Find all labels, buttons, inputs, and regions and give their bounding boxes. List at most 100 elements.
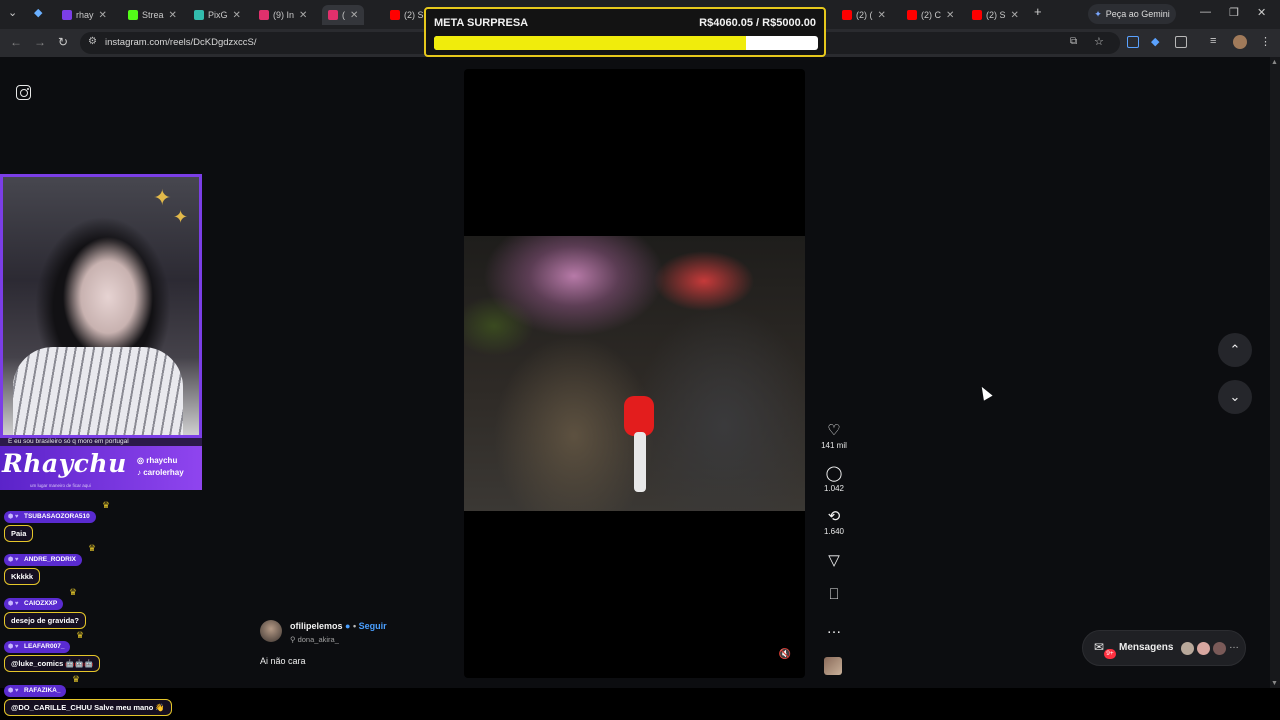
more-options-icon[interactable]: …	[812, 621, 856, 637]
profile-avatar[interactable]	[1233, 35, 1247, 49]
close-window-button[interactable]: ✕	[1257, 6, 1266, 19]
repost-icon[interactable]: ⟲	[812, 509, 856, 525]
pinned-tab-icon[interactable]: ◆	[34, 6, 42, 19]
browser-tab[interactable]: (9) In ✕	[259, 5, 307, 25]
red-microphone	[624, 396, 654, 436]
author-username[interactable]: ofilipelemos	[290, 621, 343, 631]
site-info-icon[interactable]: ⚙	[88, 36, 97, 47]
restore-button[interactable]: ❐	[1229, 6, 1239, 19]
tab-close-icon[interactable]: ✕	[299, 10, 307, 21]
comment-action[interactable]: ◯ 1.042	[812, 466, 856, 494]
messages-badge: 9+	[1104, 649, 1116, 659]
share-icon[interactable]: ▽	[812, 553, 856, 569]
scroll-down-arrow-icon[interactable]: ▼	[1271, 680, 1278, 687]
audio-thumbnail[interactable]	[824, 657, 842, 675]
chat-message: RAFAZIKA_ ♛ @DO_CARILLE_CHUU Salve meu man…	[4, 674, 172, 716]
tab-label: (	[342, 10, 345, 20]
chat-message: CAIOZXXP ♛ desejo de gravida?	[4, 587, 86, 629]
share-action[interactable]: ▽	[812, 553, 856, 569]
scroll-up-arrow-icon[interactable]: ▲	[1271, 59, 1278, 66]
menu-icon[interactable]: ⋮	[1260, 35, 1271, 48]
mute-icon[interactable]: 🔇	[779, 649, 791, 660]
minimize-button[interactable]: —	[1200, 6, 1211, 18]
new-tab-button[interactable]: +	[1034, 4, 1042, 19]
tab-favicon-icon	[259, 10, 269, 20]
webcam-shirt	[13, 347, 183, 435]
gemini-button[interactable]: ✦ Peça ao Gemini	[1088, 4, 1176, 24]
author-avatar[interactable]	[260, 620, 282, 642]
install-app-icon[interactable]: ⧉	[1070, 36, 1077, 47]
browser-tab[interactable]: (2) S ✕	[972, 5, 1019, 25]
tab-search-icon[interactable]: ⌄	[8, 6, 17, 19]
chat-text: @luke_comics 🤖🤖🤖	[4, 655, 101, 672]
back-button[interactable]: ←	[10, 35, 22, 49]
tab-close-icon[interactable]: ✕	[350, 10, 358, 21]
goal-amount: R$4060.05 / R$5000.00	[699, 17, 816, 29]
next-reel-button[interactable]: ⌄	[1218, 380, 1252, 414]
browser-tab[interactable]: (2) S	[390, 5, 424, 25]
previous-reel-button[interactable]: ⌃	[1218, 333, 1252, 367]
download-icon[interactable]	[1127, 36, 1139, 48]
page-scrollbar[interactable]: ▲ ▼	[1270, 57, 1280, 688]
reading-list-icon[interactable]: ≡	[1210, 35, 1216, 47]
more-contacts-icon: …	[1229, 640, 1239, 651]
chat-username: LEAFAR007_	[4, 641, 71, 653]
tab-close-icon[interactable]: ✕	[1011, 10, 1019, 21]
follow-button[interactable]: Seguir	[359, 621, 387, 631]
tab-close-icon[interactable]: ✕	[946, 10, 954, 21]
instagram-logo-icon[interactable]	[16, 85, 31, 100]
browser-tab[interactable]: Strea ✕	[128, 5, 177, 25]
chat-text: Kkkkk	[4, 568, 41, 585]
reel-author: ofilipelemos ● • Seguir ⚲ dona_akira_	[260, 618, 460, 648]
more-action[interactable]: …	[812, 621, 856, 637]
like-action[interactable]: ♡ 141 mil	[812, 423, 856, 451]
handle-tiktok: carolerhay	[143, 468, 184, 477]
extensions-puzzle-icon[interactable]	[1175, 36, 1187, 48]
extension-icon[interactable]: ◆	[1151, 35, 1159, 48]
tab-favicon-icon	[907, 10, 917, 20]
tab-favicon-icon	[972, 10, 982, 20]
handle-instagram: rhaychu	[146, 456, 178, 465]
banner-small-text: um lugar maneiro de ficar aqui	[30, 483, 91, 488]
reel-video[interactable]: 🔇	[464, 69, 805, 678]
browser-tab[interactable]: (2) ( ✕	[842, 5, 886, 25]
messages-icon: ✉	[1094, 640, 1105, 654]
messages-button[interactable]: ✉ 9+ Mensagens …	[1082, 630, 1246, 666]
tab-favicon-icon	[128, 10, 138, 20]
reload-button[interactable]: ↻	[58, 35, 68, 49]
heart-icon[interactable]: ♡	[812, 423, 856, 439]
chat-username: RAFAZIKA_	[4, 685, 67, 697]
browser-tab[interactable]: (2) C ✕	[907, 5, 954, 25]
browser-tab[interactable]: PixG ✕	[194, 5, 241, 25]
tab-close-icon[interactable]: ✕	[233, 10, 241, 21]
bookmark-star-icon[interactable]: ☆	[1094, 35, 1104, 48]
audio-name: dona_akira_	[297, 635, 339, 644]
tab-close-icon[interactable]: ✕	[878, 10, 886, 21]
crown-icon: ♛	[69, 587, 78, 597]
tab-close-icon[interactable]: ✕	[99, 10, 107, 21]
goal-progress-fill	[434, 36, 746, 50]
crown-icon: ♛	[76, 630, 85, 640]
browser-tab[interactable]: (✕	[322, 5, 365, 25]
forward-button[interactable]: →	[34, 35, 46, 49]
crown-icon: ♛	[88, 543, 97, 553]
bookmark-icon[interactable]: ⎕	[812, 587, 856, 603]
browser-tab[interactable]: rhay ✕	[62, 5, 107, 25]
comment-icon[interactable]: ◯	[812, 466, 856, 482]
star-decoration-icon: ✦	[173, 207, 189, 227]
tab-label: (2) S	[986, 10, 1006, 20]
tab-label: (2) C	[921, 10, 941, 20]
tab-label: (2) (	[856, 10, 873, 20]
tab-label: PixG	[208, 10, 228, 20]
like-count: 141 mil	[821, 441, 847, 450]
save-action[interactable]: ⎕	[812, 587, 856, 603]
chat-text: Paia	[4, 525, 34, 542]
handle-line-2: ♪ carolerhay	[137, 468, 184, 477]
streamer-banner: Rhaychu ◎ rhaychu ♪ carolerhay um lugar …	[0, 446, 202, 490]
author-line: ofilipelemos ● • Seguir	[290, 621, 387, 631]
tab-close-icon[interactable]: ✕	[169, 10, 177, 21]
repost-action[interactable]: ⟲ 1.640	[812, 509, 856, 537]
audio-line[interactable]: ⚲ dona_akira_	[290, 635, 339, 644]
verified-badge-icon: ●	[345, 621, 351, 631]
chat-username: CAIOZXXP	[4, 598, 64, 610]
